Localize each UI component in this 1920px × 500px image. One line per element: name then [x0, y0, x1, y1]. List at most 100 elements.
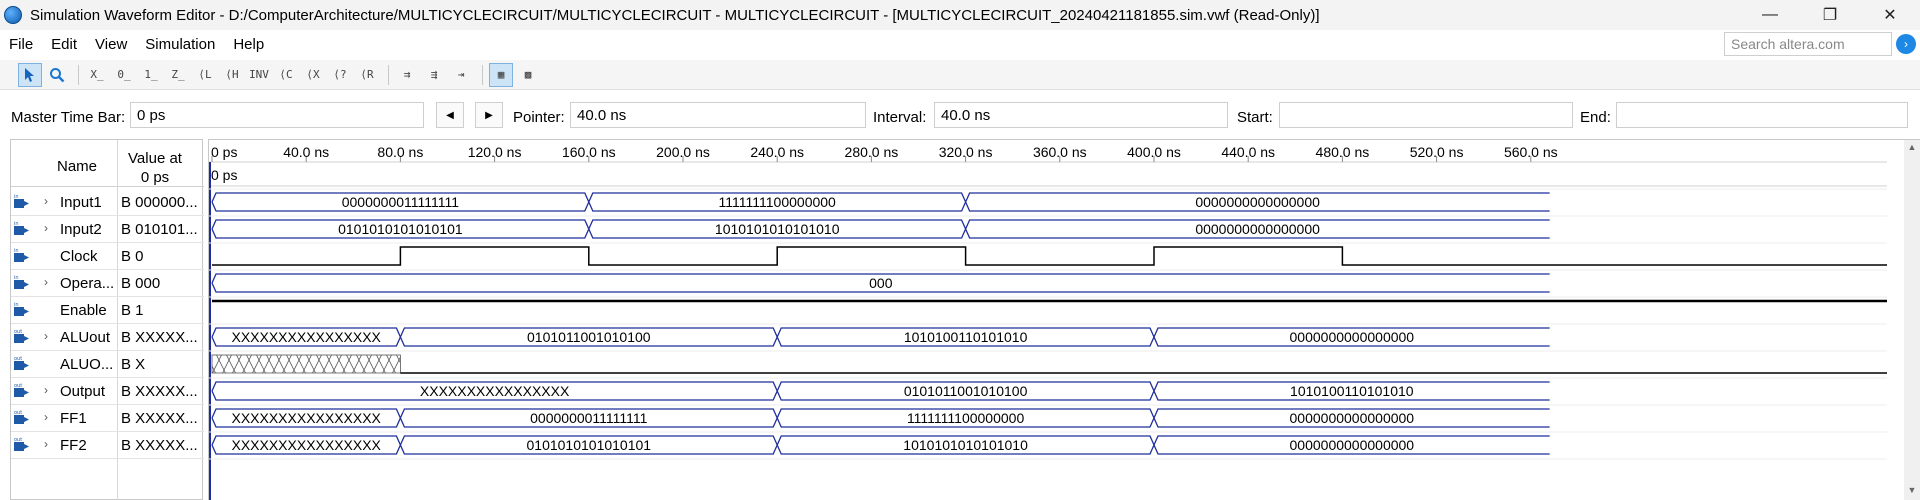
title-bar: Simulation Waveform Editor - D:/Computer… — [0, 0, 1920, 30]
time-ruler-label: 200.0 ns — [656, 144, 710, 160]
minimize-button[interactable]: — — [1740, 0, 1800, 30]
time-ruler-label: 360.0 ns — [1033, 144, 1087, 160]
bus-value-label: XXXXXXXXXXXXXXXX — [420, 383, 570, 399]
time-ruler-label: 80.0 ns — [377, 144, 423, 160]
signal-row[interactable]: in › Input2 B 010101... — [11, 216, 204, 243]
signal-row[interactable]: out › FF1 B XXXXX... — [11, 405, 204, 432]
output-pin-icon: out — [13, 410, 31, 426]
time-marker-label: 0 ps — [211, 167, 237, 183]
random-value-icon[interactable]: ⟨? — [328, 63, 352, 87]
input-pin-icon: in — [13, 302, 31, 318]
scroll-down-icon[interactable]: ▼ — [1904, 485, 1920, 499]
input-pin-icon: in — [13, 221, 31, 237]
run-functional-icon[interactable]: ⇉ — [395, 63, 419, 87]
expand-chevron-icon[interactable]: › — [44, 437, 48, 451]
output-pin-icon: out — [13, 329, 31, 345]
waveform-canvas[interactable]: 0 ps 40.0 ns 80.0 ns 120.0 ns 160.0 ns 200.0 … — [209, 140, 1905, 500]
signal-name: ALUO... — [60, 356, 114, 373]
window-controls: — ❐ ✕ — [1740, 0, 1920, 30]
signal-row[interactable]: out › FF2 B XXXXX... — [11, 432, 204, 459]
forcing-high-icon[interactable]: 1̲ — [139, 63, 163, 87]
generate-netlist-icon[interactable]: ⇥ — [449, 63, 473, 87]
count-value-icon[interactable]: ⟨C — [274, 63, 298, 87]
menu-edit[interactable]: Edit — [42, 36, 86, 53]
signal-value: B XXXXX... — [121, 329, 198, 346]
menu-file[interactable]: File — [0, 36, 42, 53]
toolbar-separator — [78, 64, 79, 85]
bus-value-label: XXXXXXXXXXXXXXXX — [231, 410, 381, 426]
waveform-area[interactable]: 0 ps 40.0 ns 80.0 ns 120.0 ns 160.0 ns 200.0 … — [208, 139, 1920, 500]
value-column-header[interactable]: Value at 0 ps — [119, 149, 191, 187]
signal-list-panel: Name Value at 0 ps in › Input1 B 000000... i… — [10, 139, 204, 500]
svg-text:out: out — [14, 410, 22, 416]
toolbar-separator — [388, 64, 389, 85]
time-ruler-label: 40.0 ns — [283, 144, 329, 160]
expand-chevron-icon[interactable]: › — [44, 383, 48, 397]
forcing-low-icon[interactable]: 0̲ — [112, 63, 136, 87]
toolbar: X̲ 0̲ 1̲ Z̲ ⟨L ⟨H INV ⟨C ⟨X ⟨? ⟨R ⇉ ⇶ ⇥ … — [0, 60, 1920, 90]
expand-chevron-icon[interactable]: › — [44, 329, 48, 343]
signal-row[interactable]: out ALUO... B X — [11, 351, 204, 378]
signal-row[interactable]: out › Output B XXXXX... — [11, 378, 204, 405]
vertical-scrollbar[interactable]: ▲ ▼ — [1904, 140, 1920, 500]
svg-text:in: in — [14, 194, 19, 200]
search-go-icon[interactable]: › — [1896, 34, 1916, 54]
master-time-bar-field[interactable]: 0 ps — [130, 102, 424, 128]
high-impedance-icon[interactable]: Z̲ — [166, 63, 190, 87]
bus-value-label: 0000000000000000 — [1195, 221, 1320, 237]
signal-value: B 000000... — [121, 194, 198, 211]
invert-icon[interactable]: INV — [247, 63, 271, 87]
bus-value-label: 000 — [869, 275, 893, 291]
expand-chevron-icon[interactable]: › — [44, 221, 48, 235]
bus-value-label: 0000000011111111 — [530, 410, 648, 426]
bus-value-label: 0000000011111111 — [342, 194, 460, 210]
input-pin-icon: in — [13, 275, 31, 291]
prev-transition-button[interactable]: ◀ — [436, 102, 464, 128]
expand-chevron-icon[interactable]: › — [44, 275, 48, 289]
pointer-field: 40.0 ns — [570, 102, 866, 128]
bus-value-label: 0000000000000000 — [1290, 410, 1415, 426]
snap-to-grid-icon[interactable]: ▦ — [489, 62, 513, 87]
arbitrary-value-icon[interactable]: ⟨R — [355, 63, 379, 87]
expand-chevron-icon[interactable]: › — [44, 410, 48, 424]
end-label: End: — [1580, 109, 1611, 126]
signal-value: B 000 — [121, 275, 161, 292]
weak-low-icon[interactable]: ⟨H — [220, 63, 244, 87]
menu-help[interactable]: Help — [224, 36, 273, 53]
menu-view[interactable]: View — [86, 36, 136, 53]
time-ruler-label: 480.0 ns — [1316, 144, 1370, 160]
clock-value-icon[interactable]: ⟨X — [301, 63, 325, 87]
time-ruler-label: 440.0 ns — [1221, 144, 1275, 160]
time-ruler-label: 240.0 ns — [750, 144, 804, 160]
signal-row[interactable]: in Clock B 0 — [11, 243, 204, 270]
forcing-unknown-icon[interactable]: X̲ — [85, 63, 109, 87]
svg-text:in: in — [14, 302, 19, 308]
output-pin-icon: out — [13, 383, 31, 399]
zoom-tool-icon[interactable] — [45, 63, 69, 87]
signal-row[interactable]: out › ALUout B XXXXX... — [11, 324, 204, 351]
signal-name: FF1 — [60, 410, 87, 427]
time-ruler-label: 560.0 ns — [1504, 144, 1558, 160]
search-input[interactable]: Search altera.com — [1724, 32, 1892, 56]
end-field — [1616, 102, 1908, 128]
signal-value: B XXXXX... — [121, 437, 198, 454]
expand-chevron-icon[interactable]: › — [44, 194, 48, 208]
grid-settings-icon[interactable]: ▩ — [516, 63, 540, 87]
select-tool-icon[interactable] — [18, 62, 42, 87]
bus-value-label: 1010101010101010 — [715, 221, 840, 237]
signal-row[interactable]: in › Input1 B 000000... — [11, 189, 204, 216]
signal-row[interactable]: in Enable B 1 — [11, 297, 204, 324]
run-timing-icon[interactable]: ⇶ — [422, 63, 446, 87]
restore-button[interactable]: ❐ — [1800, 0, 1860, 30]
next-transition-button[interactable]: ▶ — [475, 102, 503, 128]
weak-unknown-icon[interactable]: ⟨L — [193, 63, 217, 87]
time-ruler-label: 280.0 ns — [845, 144, 899, 160]
close-button[interactable]: ✕ — [1860, 0, 1920, 30]
scroll-up-icon[interactable]: ▲ — [1904, 142, 1920, 156]
signal-value: B XXXXX... — [121, 383, 198, 400]
menu-simulation[interactable]: Simulation — [136, 36, 224, 53]
name-column-header[interactable]: Name — [57, 158, 97, 175]
output-pin-icon: out — [13, 356, 31, 372]
menu-bar: File Edit View Simulation Help Search al… — [0, 30, 1920, 58]
signal-row[interactable]: in › Opera... B 000 — [11, 270, 204, 297]
